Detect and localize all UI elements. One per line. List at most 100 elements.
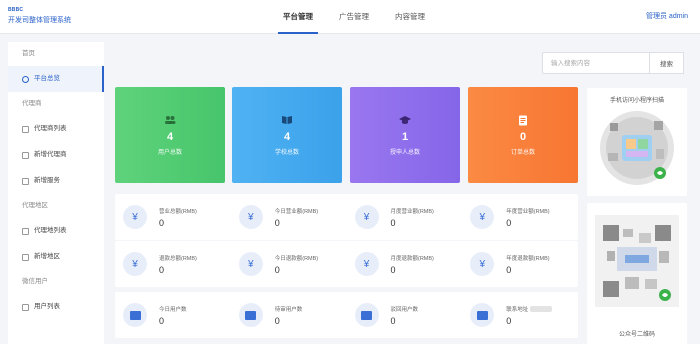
stat-value: 0: [390, 315, 396, 326]
stat-month-refund: ¥ 月度退款额(RMB) 0: [347, 241, 463, 287]
user-stats-row: 今日用户数 0 待审用户数 0 驳回用户数 0 联系地址 0: [115, 292, 578, 338]
stat-label: 待审用户数: [274, 306, 303, 313]
stat-value: 0: [159, 315, 165, 326]
search-bar: 搜索: [542, 52, 684, 74]
list-icon: [22, 125, 29, 133]
stat-value: 0: [159, 264, 165, 275]
card-label: 学校总数: [274, 150, 299, 156]
user-menu[interactable]: 管理员 admin: [646, 11, 688, 21]
stat-total-revenue: ¥ 营业总额(RMB) 0: [115, 194, 231, 240]
top-nav-platform[interactable]: 平台管理: [270, 0, 326, 34]
stat-label: 营业总额(RMB): [159, 208, 197, 215]
graduation-cap-icon: [350, 115, 460, 125]
sidebar-item-label: 代理地列表: [34, 227, 67, 234]
stat-total-refund: ¥ 退款总额(RMB) 0: [115, 241, 231, 287]
sidebar-item-add-region[interactable]: 新增地区: [8, 244, 104, 270]
top-nav-ads[interactable]: 广告管理: [326, 0, 382, 34]
sidebar-item-add-service[interactable]: 新增服务: [8, 168, 104, 194]
stat-label: 今日营业额(RMB): [274, 208, 319, 215]
sidebar: 首页 平台总览 代理商 代理商列表 新增代理商 新增服务 代理地区 代理地列表 …: [8, 42, 104, 344]
yen-icon: ¥: [238, 205, 263, 229]
search-button[interactable]: 搜索: [650, 52, 684, 74]
stat-value: 0: [506, 264, 512, 275]
yen-icon: ¥: [123, 252, 147, 276]
add-icon: [22, 177, 29, 185]
sidebar-item-overview[interactable]: 平台总览: [8, 66, 104, 92]
search-input[interactable]: [542, 52, 650, 74]
sidebar-item-label: 平台总览: [34, 75, 60, 82]
sidebar-item-agent-list[interactable]: 代理商列表: [8, 116, 104, 142]
redacted-text: [530, 306, 553, 313]
card-orders[interactable]: 0 订单总数: [468, 87, 578, 183]
revenue-stats-row: ¥ 营业总额(RMB) 0 ¥ 今日营业额(RMB) 0 ¥ 月度营业额(RMB) 0…: [115, 194, 578, 240]
sidebar-group-home[interactable]: 首页: [8, 42, 104, 66]
stat-label: 年度营业额(RMB): [506, 208, 550, 215]
stat-value: 0: [506, 217, 512, 228]
add-icon: [22, 151, 29, 159]
card-label: 订单总数: [510, 150, 535, 156]
yen-icon: ¥: [354, 252, 379, 276]
stat-contact: 联系地址 0: [462, 292, 578, 338]
logo[interactable]: BBBC 开发司整体管理系统: [8, 7, 148, 25]
miniprogram-qr-panel: 手机访问小程序扫描: [587, 88, 687, 196]
stat-value: 0: [506, 315, 512, 326]
stat-value: 0: [159, 217, 165, 228]
card-label: 用户总数: [157, 150, 182, 156]
sidebar-item-user-list[interactable]: 用户列表: [8, 294, 104, 320]
stat-value: 0: [274, 217, 280, 228]
sidebar-item-add-agent[interactable]: 新增代理商: [8, 142, 104, 168]
stat-today-refund: ¥ 今日退款额(RMB) 0: [231, 241, 347, 287]
yen-icon: ¥: [470, 205, 495, 229]
sidebar-item-label: 新增服务: [34, 177, 60, 184]
yen-icon: ¥: [123, 205, 147, 229]
stat-value: 0: [390, 217, 396, 228]
qr-title: 手机访问小程序扫描: [609, 98, 664, 104]
stat-value: 0: [274, 264, 280, 275]
sidebar-item-label: 新增代理商: [34, 151, 67, 158]
stat-rejected-users: 驳回用户数 0: [347, 292, 463, 338]
stat-today-revenue: ¥ 今日营业额(RMB) 0: [231, 194, 347, 240]
stat-label: 联系地址: [506, 305, 553, 313]
stat-label: 今日退款额(RMB): [274, 255, 319, 262]
card-value: 0: [519, 131, 527, 143]
card-schools[interactable]: 4 学校总数: [232, 87, 342, 183]
card-users[interactable]: 4 用户总数: [115, 87, 225, 183]
stat-year-refund: ¥ 年度退款额(RMB) 0: [462, 241, 578, 287]
stat-value: 0: [390, 264, 396, 275]
sidebar-group-wechat-users: 微信用户: [22, 278, 48, 285]
miniprogram-qr-code[interactable]: [598, 109, 676, 187]
top-nav-content[interactable]: 内容管理: [382, 0, 438, 34]
book-icon: [232, 115, 342, 125]
user-card-icon: [470, 303, 495, 327]
stat-label: 月度营业额(RMB): [390, 208, 434, 215]
stat-pending-users: 待审用户数 0: [231, 292, 347, 338]
sidebar-item-label: 新增地区: [34, 253, 60, 260]
card-applicants[interactable]: 1 授申人总数: [350, 87, 460, 183]
sidebar-item-label: 代理商列表: [34, 125, 67, 132]
sidebar-item-label: 用户列表: [34, 303, 60, 310]
yen-icon: ¥: [354, 205, 379, 229]
top-bar: BBBC 开发司整体管理系统 平台管理 广告管理 内容管理 管理员 admin: [0, 0, 700, 34]
sidebar-item-region-list[interactable]: 代理地列表: [8, 218, 104, 244]
stat-label: 年度退款额(RMB): [506, 255, 550, 262]
list-icon: [22, 227, 29, 235]
stat-month-revenue: ¥ 月度营业额(RMB) 0: [347, 194, 463, 240]
list-icon: [22, 303, 29, 311]
stat-year-revenue: ¥ 年度营业额(RMB) 0: [462, 194, 578, 240]
stat-value: 0: [274, 315, 280, 326]
user-card-icon: [123, 303, 147, 327]
user-card-icon: [354, 303, 379, 327]
document-icon: [468, 115, 578, 126]
official-account-qr-panel: 公众号二维码: [587, 203, 687, 344]
yen-icon: ¥: [238, 252, 263, 276]
logo-mark: BBBC: [8, 7, 24, 13]
add-icon: [22, 253, 29, 261]
sidebar-group-regions: 代理地区: [22, 202, 48, 209]
stat-label: 月度退款额(RMB): [390, 255, 434, 262]
stat-label: 今日用户数: [159, 306, 187, 313]
official-account-qr-code[interactable]: [595, 215, 679, 307]
users-icon: [115, 115, 225, 125]
user-card-icon: [238, 303, 263, 327]
yen-icon: ¥: [470, 252, 495, 276]
stat-today-users: 今日用户数 0: [115, 292, 231, 338]
